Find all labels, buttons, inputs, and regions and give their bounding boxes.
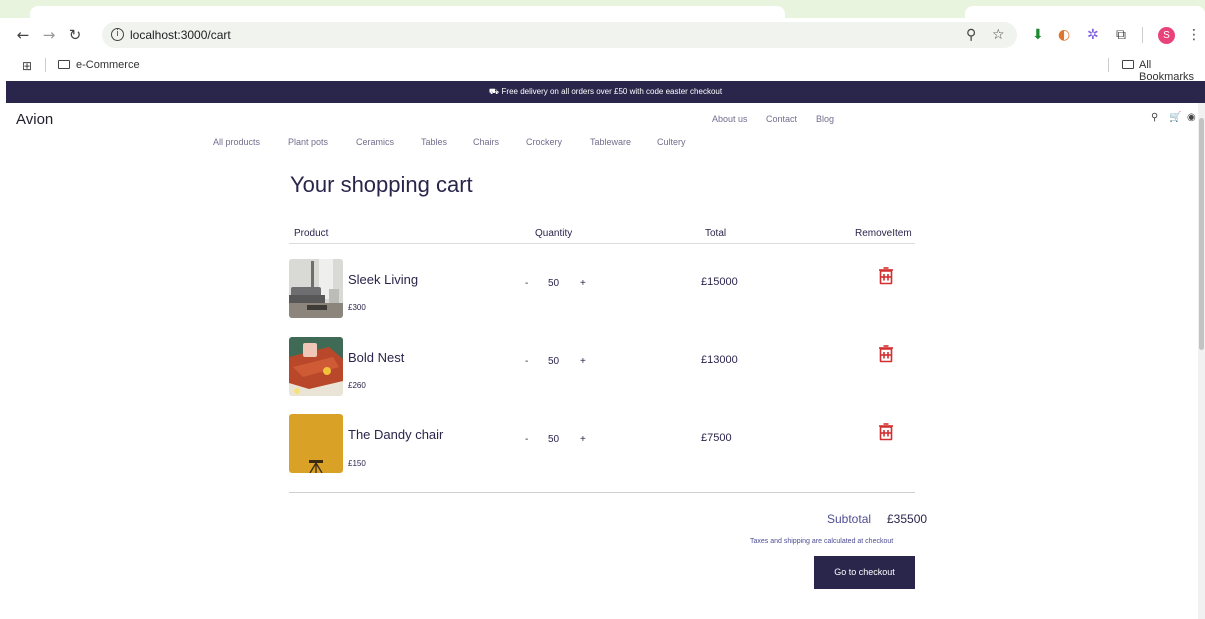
- bookmarks-bar: [0, 52, 1205, 78]
- subtotal-value: £35500: [887, 512, 928, 526]
- column-header-remove: RemoveItem: [855, 228, 912, 239]
- browser-tab[interactable]: [30, 6, 785, 18]
- cart-icon[interactable]: 🛒: [1169, 112, 1181, 123]
- delivery-truck-icon: ⛟: [488, 87, 502, 96]
- bookmark-star-icon[interactable]: ☆: [992, 27, 1005, 43]
- product-image-sleek-living[interactable]: [289, 259, 343, 318]
- nav-link-about[interactable]: About us: [712, 114, 748, 124]
- checkout-button[interactable]: Go to checkout: [814, 556, 915, 589]
- quantity-increase-button[interactable]: +: [580, 434, 586, 445]
- extensions-puzzle-icon[interactable]: ⧉: [1116, 27, 1126, 43]
- bookmarks-divider-right: [1108, 58, 1109, 72]
- header-divider: [289, 243, 915, 244]
- subtotal-label: Subtotal: [827, 512, 872, 526]
- quantity-value: 50: [548, 278, 560, 289]
- product-name[interactable]: The Dandy chair: [348, 427, 443, 442]
- apps-grid-icon[interactable]: ⊞: [22, 59, 32, 73]
- promo-banner-text: Free delivery on all orders over £50 wit…: [501, 87, 723, 96]
- toolbar-divider: [1142, 27, 1143, 43]
- trash-icon[interactable]: [878, 345, 894, 363]
- nav-link-contact[interactable]: Contact: [766, 114, 797, 124]
- quantity-value: 50: [548, 356, 560, 367]
- trash-icon[interactable]: [878, 267, 894, 285]
- product-name[interactable]: Bold Nest: [348, 350, 404, 365]
- bookmarks-divider: [45, 58, 46, 72]
- column-header-total: Total: [705, 228, 727, 239]
- items-divider: [289, 492, 915, 493]
- folder-icon: [58, 60, 70, 69]
- tax-note: Taxes and shipping are calculated at che…: [750, 538, 894, 545]
- product-price: £260: [348, 381, 366, 390]
- bookmark-folder-e-commerce[interactable]: e-Commerce: [76, 59, 140, 71]
- column-header-quantity: Quantity: [535, 228, 573, 239]
- zoom-icon[interactable]: ⚲: [966, 27, 976, 43]
- search-icon[interactable]: ⚲: [1151, 112, 1158, 123]
- download-extension-icon[interactable]: ⬇: [1032, 27, 1044, 43]
- back-icon[interactable]: ←: [14, 26, 32, 44]
- extension-icon[interactable]: ◐: [1058, 27, 1070, 43]
- promo-banner: ⛟ Free delivery on all orders over £50 w…: [6, 81, 1205, 103]
- forward-icon[interactable]: →: [40, 26, 58, 44]
- extension-flower-icon[interactable]: ✲: [1087, 27, 1099, 43]
- category-all-products[interactable]: All products: [213, 137, 260, 147]
- row-total: £13000: [701, 354, 738, 366]
- profile-avatar[interactable]: S: [1158, 27, 1175, 44]
- product-price: £300: [348, 303, 366, 312]
- product-name[interactable]: Sleek Living: [348, 272, 418, 287]
- browser-tab-strip-right: [965, 6, 1205, 18]
- category-ceramics[interactable]: Ceramics: [356, 137, 394, 147]
- category-chairs[interactable]: Chairs: [473, 137, 499, 147]
- product-price: £150: [348, 459, 366, 468]
- all-bookmarks[interactable]: All Bookmarks: [1139, 59, 1205, 83]
- trash-icon[interactable]: [878, 423, 894, 441]
- product-image-bold-nest[interactable]: [289, 337, 343, 396]
- product-image-dandy-chair[interactable]: [289, 414, 343, 473]
- quantity-increase-button[interactable]: +: [580, 278, 586, 289]
- user-account-icon[interactable]: ◉: [1187, 112, 1196, 123]
- category-tables[interactable]: Tables: [421, 137, 447, 147]
- menu-kebab-icon[interactable]: ⋮: [1187, 27, 1201, 43]
- category-plant-pots[interactable]: Plant pots: [288, 137, 328, 147]
- quantity-value: 50: [548, 434, 560, 445]
- url-text[interactable]: localhost:3000/cart: [130, 28, 231, 42]
- site-logo[interactable]: Avion: [16, 111, 53, 128]
- page-scrollbar-thumb[interactable]: [1199, 118, 1204, 350]
- row-total: £7500: [701, 432, 732, 444]
- quantity-increase-button[interactable]: +: [580, 356, 586, 367]
- page-title: Your shopping cart: [290, 172, 473, 197]
- reload-icon[interactable]: ↻: [66, 26, 84, 44]
- nav-link-blog[interactable]: Blog: [816, 114, 834, 124]
- quantity-decrease-button[interactable]: -: [525, 356, 528, 367]
- address-bar[interactable]: [102, 22, 1017, 48]
- quantity-decrease-button[interactable]: -: [525, 278, 528, 289]
- all-bookmarks-folder-icon: [1122, 60, 1134, 69]
- column-header-product: Product: [294, 228, 329, 239]
- site-info-icon[interactable]: i: [111, 28, 124, 41]
- category-cultery[interactable]: Cultery: [657, 137, 686, 147]
- quantity-decrease-button[interactable]: -: [525, 434, 528, 445]
- category-tableware[interactable]: Tableware: [590, 137, 631, 147]
- category-crockery[interactable]: Crockery: [526, 137, 562, 147]
- row-total: £15000: [701, 276, 738, 288]
